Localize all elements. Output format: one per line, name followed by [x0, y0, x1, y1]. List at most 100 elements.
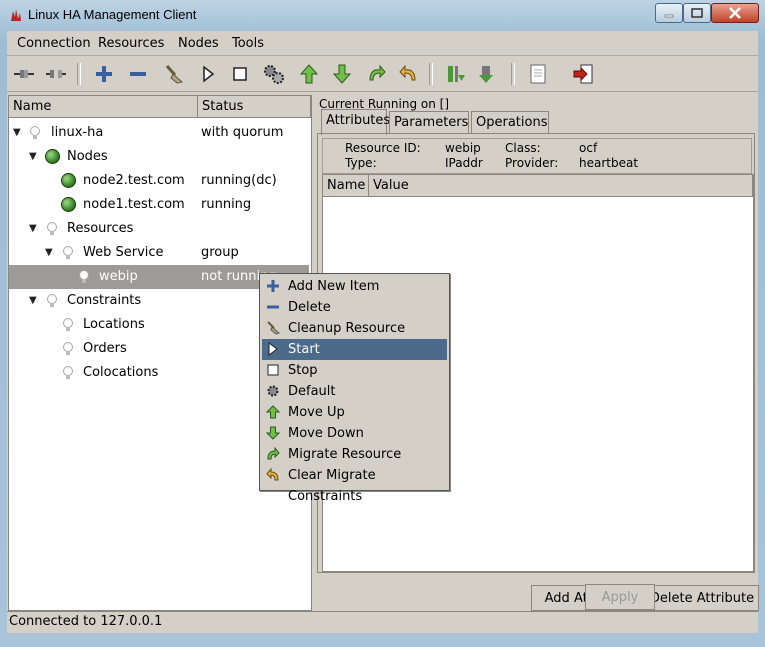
migrate-button[interactable] — [363, 61, 389, 87]
type-value: IPaddr — [445, 156, 483, 170]
ctx-clear-migrate-constraints[interactable]: Clear Migrate Constraints — [262, 465, 447, 504]
connect-button[interactable] — [11, 61, 37, 87]
expander-icon[interactable]: ▼ — [29, 289, 37, 313]
ctx-stop[interactable]: Stop — [262, 360, 447, 381]
stop-icon — [233, 67, 247, 81]
toolbar — [7, 57, 758, 92]
bulb-icon — [63, 342, 73, 355]
tree-label: Constraints — [67, 293, 142, 308]
bulb-icon — [63, 366, 73, 379]
resource-id-label: Resource ID: — [345, 141, 421, 155]
menu-bar: Connection Resources Nodes Tools — [7, 31, 758, 56]
close-icon — [729, 7, 741, 19]
apply-button[interactable]: Apply — [585, 584, 655, 610]
remove-button[interactable] — [125, 61, 151, 87]
disconnect-button[interactable] — [43, 61, 69, 87]
tree-label: Colocations — [83, 365, 159, 380]
ctx-add-new-item[interactable]: Add New Item — [262, 276, 447, 297]
tree-header-status[interactable]: Status — [198, 96, 311, 118]
ctx-label: Move Down — [288, 426, 364, 441]
move-down-icon — [332, 64, 352, 84]
migrate-icon — [369, 64, 386, 81]
tree-header-name[interactable]: Name — [9, 96, 198, 118]
cleanup-button[interactable] — [161, 61, 187, 87]
active-icon — [479, 66, 493, 83]
move-down-button[interactable] — [329, 61, 355, 87]
tree-label: Orders — [83, 341, 127, 356]
default-button[interactable] — [261, 61, 287, 87]
ctx-label: Migrate Resource — [288, 447, 402, 462]
arrow-up-icon — [266, 405, 280, 419]
ctx-cleanup-resource[interactable]: Cleanup Resource — [262, 318, 447, 339]
node-status-icon — [45, 149, 60, 164]
tree-row-node2[interactable]: node2.test.com running(dc) — [9, 169, 309, 193]
ctx-label: Clear Migrate Constraints — [288, 468, 376, 504]
start-icon — [203, 65, 215, 83]
exit-icon — [573, 64, 593, 84]
tab-parameters[interactable]: Parameters — [389, 111, 469, 133]
menu-nodes[interactable]: Nodes — [178, 36, 219, 51]
active-button[interactable] — [475, 61, 501, 87]
expander-icon[interactable]: ▼ — [29, 217, 37, 241]
add-button[interactable] — [91, 61, 117, 87]
bulb-icon — [47, 222, 57, 235]
tree-label: Resources — [67, 221, 134, 236]
start-button[interactable] — [195, 61, 221, 87]
ctx-start[interactable]: Start — [262, 339, 447, 360]
tree-row-node1[interactable]: node1.test.com running — [9, 193, 309, 217]
ctx-migrate-resource[interactable]: Migrate Resource — [262, 444, 447, 465]
tab-attributes[interactable]: Attributes — [321, 109, 390, 135]
ctx-label: Move Up — [288, 405, 345, 420]
context-menu: Add New Item Delete Cleanup Resource Sta… — [259, 273, 450, 504]
standby-button[interactable] — [443, 61, 469, 87]
disconnect-icon — [46, 70, 66, 78]
ctx-move-down[interactable]: Move Down — [262, 423, 447, 444]
migrate-icon — [267, 447, 280, 460]
menu-resources[interactable]: Resources — [98, 36, 164, 51]
expander-icon[interactable]: ▼ — [29, 145, 37, 169]
tree-row-nodes[interactable]: ▼ Nodes — [9, 145, 309, 169]
attr-header-value[interactable]: Value — [369, 175, 753, 197]
minimize-button[interactable] — [655, 3, 683, 23]
expander-icon[interactable]: ▼ — [13, 121, 21, 145]
ctx-move-up[interactable]: Move Up — [262, 402, 447, 423]
expander-icon[interactable]: ▼ — [45, 241, 53, 265]
class-label: Class: — [505, 141, 541, 155]
tree-status: running(dc) — [201, 173, 277, 188]
gear-icon — [267, 385, 279, 397]
tree-row-web-service[interactable]: ▼ Web Service group — [9, 241, 309, 265]
minus-icon — [267, 305, 279, 309]
node-status-icon — [61, 173, 76, 188]
menu-tools[interactable]: Tools — [232, 36, 264, 51]
remove-icon — [130, 72, 146, 76]
clear-migrate-icon — [399, 64, 416, 81]
resource-info: Resource ID: webip Class: ocf Type: IPad… — [322, 138, 752, 174]
node-status-icon — [61, 197, 76, 212]
connect-icon — [14, 70, 34, 78]
stop-icon — [267, 364, 279, 376]
ctx-default[interactable]: Default — [262, 381, 447, 402]
tree-row-linux-ha[interactable]: ▼ linux-ha with quorum — [9, 121, 309, 145]
clear-migrate-button[interactable] — [396, 61, 422, 87]
move-up-button[interactable] — [296, 61, 322, 87]
add-icon — [96, 66, 112, 82]
minimize-icon — [664, 14, 674, 18]
tree-label: Nodes — [67, 149, 108, 164]
tree-row-resources[interactable]: ▼ Resources — [9, 217, 309, 241]
view-log-button[interactable] — [525, 61, 551, 87]
stop-button[interactable] — [227, 61, 253, 87]
bulb-icon — [63, 246, 73, 259]
default-icon — [264, 65, 284, 84]
tree-label: node2.test.com — [83, 173, 185, 188]
app-window: Linux HA Management Client Connection Re… — [0, 0, 765, 647]
heartbeat-app-icon — [11, 9, 21, 21]
ctx-delete[interactable]: Delete — [262, 297, 447, 318]
tab-operations[interactable]: Operations — [471, 111, 549, 133]
delete-attribute-button[interactable]: Delete Attribute — [645, 585, 759, 611]
menu-connection[interactable]: Connection — [17, 36, 91, 51]
play-icon — [268, 342, 278, 356]
maximize-button[interactable] — [683, 3, 711, 23]
close-button[interactable] — [711, 3, 759, 23]
attr-header-name[interactable]: Name — [323, 175, 369, 197]
exit-button[interactable] — [570, 61, 596, 87]
